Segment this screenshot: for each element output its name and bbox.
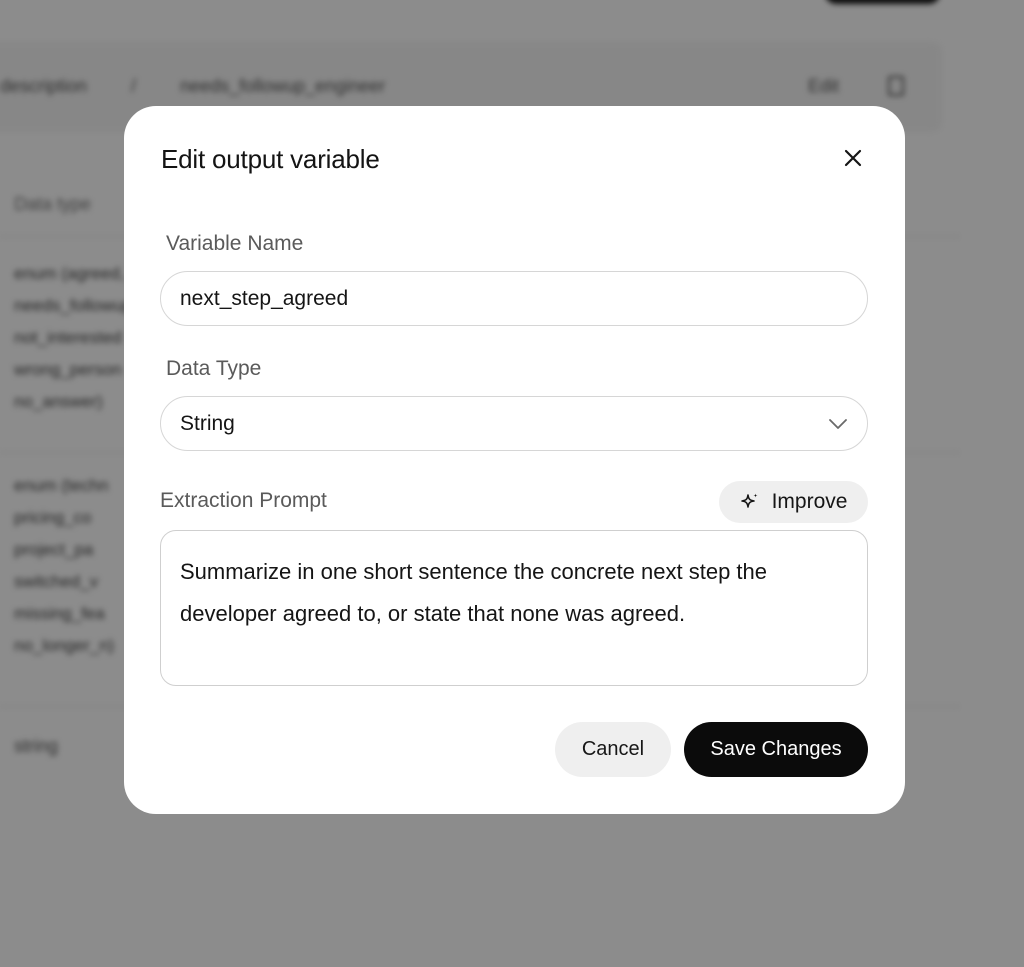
chevron-down-icon (828, 414, 848, 434)
improve-button[interactable]: Improve (719, 481, 868, 523)
cancel-button[interactable]: Cancel (555, 722, 671, 777)
extraction-prompt-label: Extraction Prompt (160, 489, 327, 512)
dialog-title: Edit output variable (161, 144, 380, 174)
close-button[interactable] (837, 142, 869, 174)
sparkle-icon (740, 492, 760, 512)
close-icon (844, 149, 862, 167)
data-type-select[interactable]: String (160, 396, 868, 451)
edit-output-variable-dialog: Edit output variable Variable Name next_… (124, 106, 905, 814)
data-type-label: Data Type (166, 357, 262, 380)
variable-name-input[interactable]: next_step_agreed (160, 271, 868, 326)
extraction-prompt-value: Summarize in one short sentence the conc… (180, 559, 767, 626)
save-changes-button[interactable]: Save Changes (684, 722, 868, 777)
improve-label: Improve (771, 490, 848, 513)
variable-name-label: Variable Name (166, 232, 304, 255)
variable-name-value: next_step_agreed (180, 286, 349, 310)
extraction-prompt-textarea[interactable]: Summarize in one short sentence the conc… (160, 530, 868, 686)
data-type-value: String (180, 411, 235, 435)
